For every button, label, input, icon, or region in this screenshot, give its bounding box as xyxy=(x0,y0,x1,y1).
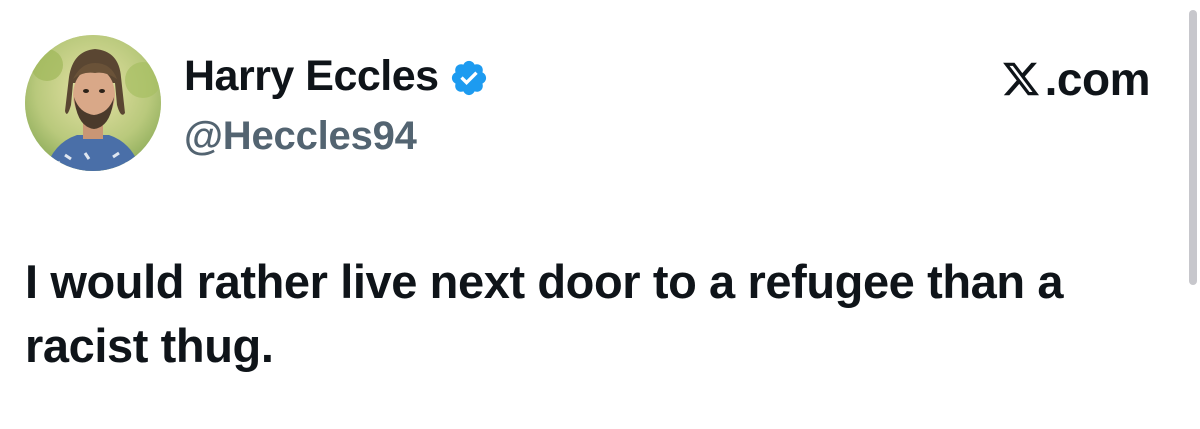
author-name-row: Harry Eccles xyxy=(184,50,489,102)
site-watermark: .com xyxy=(1001,52,1151,106)
site-label-text: .com xyxy=(1044,53,1151,105)
verified-badge-icon xyxy=(451,60,486,96)
x-logo-icon xyxy=(1002,62,1039,96)
scrollbar-thumb[interactable] xyxy=(1189,10,1197,285)
author-handle[interactable]: @Heccles94 xyxy=(184,114,489,159)
post-text: I would rather live next door to a refug… xyxy=(25,255,1064,372)
post-card: Harry Eccles @Heccles94 .com I would rat… xyxy=(0,0,1200,429)
author-info: Harry Eccles @Heccles94 xyxy=(184,50,489,159)
avatar-photo xyxy=(25,35,161,171)
author-display-name[interactable]: Harry Eccles xyxy=(184,52,439,101)
author-avatar[interactable] xyxy=(25,35,161,171)
